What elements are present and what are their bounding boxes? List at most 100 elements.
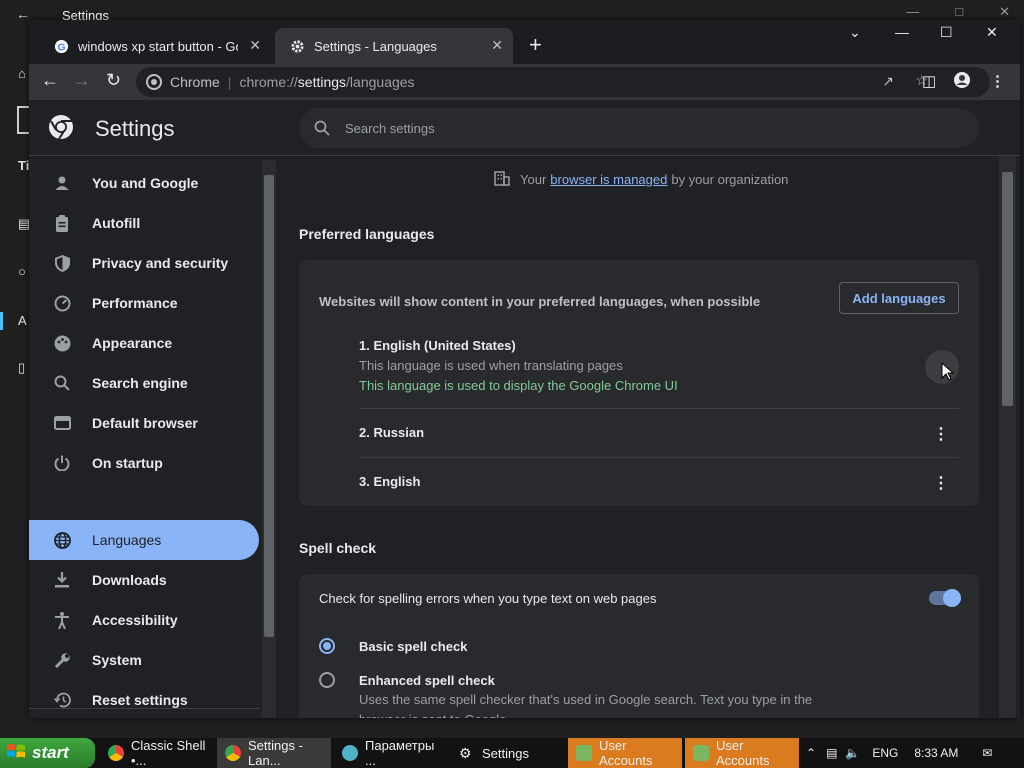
globe-icon [342,745,358,761]
maximize-icon[interactable]: □ [955,4,963,20]
tab-label: Settings - Languages [314,38,437,54]
preferred-languages-card: Websites will show content in your prefe… [299,260,979,506]
taskbar-item-parametry[interactable]: Параметры ... [334,738,448,768]
users-icon [693,745,709,761]
sidebar-item-accessibility[interactable]: Accessibility [29,600,259,640]
sidebar-item-performance[interactable]: Performance [29,283,259,323]
taskbar-item-classic-shell[interactable]: Classic Shell •... [100,738,214,768]
start-label: start [32,743,69,762]
notifications-icon[interactable]: ✉ [982,746,992,760]
url-prefix: chrome:// [239,74,298,90]
chrome-icon [225,745,241,761]
sidebar-item-you-and-google[interactable]: You and Google [29,163,259,203]
url-path: settings [297,74,347,90]
preferred-languages-heading: Preferred languages [299,226,435,242]
profile-icon[interactable] [954,72,970,92]
side-panel-icon[interactable]: ◫ [922,72,936,90]
power-icon [53,454,71,472]
settings-header: Settings Search settings [29,100,1020,156]
sidebar-item-privacy-and-security[interactable]: Privacy and security [29,243,259,283]
page-title: Settings [95,116,175,141]
browser-managed-link[interactable]: browser is managed [550,172,667,187]
add-languages-button[interactable]: Add languages [839,282,959,314]
close-window-icon[interactable]: ✕ [986,24,998,48]
enhanced-spell-check-label: Enhanced spell check [359,673,495,688]
sidebar-item-appearance[interactable]: Appearance [29,323,259,363]
restore-icon [53,691,71,709]
maximize-icon[interactable]: ☐ [940,24,953,48]
volume-icon[interactable]: 🔈 [845,746,860,760]
sidebar-item-autofill[interactable]: Autofill [29,203,259,243]
google-icon: G [53,38,69,54]
show-hidden-icons-icon[interactable]: ⌃ [806,746,816,760]
taskbar-item-settings[interactable]: ⚙ Settings [451,738,565,768]
language-row: 1. English (United States) This language… [359,338,959,393]
start-button[interactable]: start [0,738,95,768]
managed-notice: Your browser is managed by your organiza… [494,170,788,189]
language-name: 3. English [359,474,421,489]
main-scrollbar-thumb[interactable] [1002,172,1013,406]
forward-icon[interactable]: → [73,70,91,91]
back-icon[interactable]: ← [41,70,59,91]
shield-icon [53,254,71,272]
language-divider [359,408,959,409]
network-icon[interactable]: ▤ [826,746,837,760]
new-tab-button[interactable]: + [529,34,542,56]
main-scrollbar[interactable] [999,156,1016,718]
browser-toolbar: ← → ↻ Chrome | chrome:// settings /langu… [29,64,1020,100]
background-window-controls: — □ ✕ [906,4,1010,20]
back-arrow-icon[interactable]: ← [16,6,30,22]
taskbar-item-user-accounts[interactable]: User Accounts [568,738,682,768]
sidebar-item-downloads[interactable]: Downloads [29,560,259,600]
share-icon[interactable]: ↗ [882,73,894,90]
taskbar-item-settings-languages[interactable]: Settings - Lan... [217,738,331,768]
globe-icon [53,531,71,549]
reload-icon[interactable]: ↻ [106,70,121,91]
system-tray: ⌃ ▤ 🔈 ENG 8:33 AM ✉ [806,738,992,768]
taskbar-item-user-accounts-2[interactable]: User Accounts [685,738,799,768]
tab-google-search[interactable]: G windows xp start button - Google ✕ [39,28,271,64]
spell-check-card: Check for spelling errors when you type … [299,574,979,718]
settings-main-content: Your browser is managed by your organiza… [279,156,1004,718]
sidebar-divider [29,708,259,709]
sidebar-item-system[interactable]: System [29,640,259,680]
users-icon [576,745,592,761]
tab-strip: G windows xp start button - Google ✕ Set… [29,20,1020,64]
spell-check-toggle-label: Check for spelling errors when you type … [319,591,657,606]
menu-kebab-icon[interactable]: ⋮ [990,72,1005,90]
more-actions-icon[interactable]: ⋮ [933,424,949,444]
download-icon [53,571,71,589]
sidebar-scrollbar[interactable] [262,160,276,718]
close-icon[interactable]: ✕ [999,4,1010,20]
spell-check-heading: Spell check [299,540,377,556]
language-row: 3. English [359,474,959,489]
chrome-logo-icon [49,115,73,140]
enhanced-spell-check-radio[interactable] [319,672,335,688]
address-bar[interactable]: Chrome | chrome:// settings /languages ↗… [136,67,990,97]
speedometer-icon [53,294,71,312]
tab-settings-languages[interactable]: Settings - Languages ✕ [275,28,513,64]
tab-search-icon[interactable]: ⌄ [849,24,861,48]
browser-icon [53,414,71,432]
search-icon [53,374,71,392]
settings-sidebar: You and Google Autofill Privacy and secu… [29,156,277,718]
basic-spell-check-radio[interactable] [319,638,335,654]
sidebar-item-languages[interactable]: Languages [29,520,259,560]
sidebar-item-on-startup[interactable]: On startup [29,443,259,483]
sidebar-item-default-browser[interactable]: Default browser [29,403,259,443]
spell-check-toggle-knob[interactable] [943,589,961,607]
sidebar-item-search-engine[interactable]: Search engine [29,363,259,403]
close-tab-icon[interactable]: ✕ [491,37,503,54]
minimize-icon[interactable]: — [895,24,909,48]
clock[interactable]: 8:33 AM [914,746,958,760]
more-actions-icon[interactable]: ⋮ [933,473,949,493]
building-icon [494,170,510,189]
sidebar-item-reset-settings[interactable]: Reset settings [29,680,259,720]
close-tab-icon[interactable]: ✕ [249,37,261,54]
sidebar-scrollbar-thumb[interactable] [264,175,274,637]
minimize-icon[interactable]: — [906,4,919,20]
selected-accent [0,312,3,330]
search-settings-input[interactable]: Search settings [299,108,979,148]
language-indicator[interactable]: ENG [872,746,898,760]
enhanced-spell-check-description: Uses the same spell checker that's used … [359,692,813,718]
